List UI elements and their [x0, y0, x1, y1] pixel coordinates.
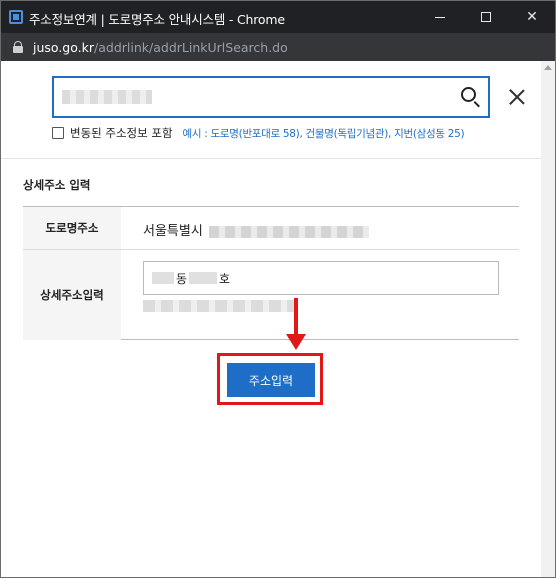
redacted-road-address — [208, 225, 369, 238]
address-bar[interactable]: juso.go.kr/addrlink/addrLinkUrlSearch.do — [1, 33, 555, 61]
redacted-unit-number — [189, 272, 218, 284]
maximize-button[interactable] — [463, 1, 509, 33]
detail-address-label: 상세주소입력 — [23, 250, 121, 340]
search-box[interactable] — [52, 76, 490, 118]
road-address-row: 도로명주소 서울특별시 — [23, 207, 519, 250]
search-input[interactable] — [60, 86, 450, 108]
redacted-detail-hint — [143, 300, 295, 312]
detail-ho-text: 호 — [219, 271, 231, 286]
app-icon — [9, 10, 23, 24]
detail-address-table: 도로명주소 서울특별시 상세주소입력 동 호 — [23, 206, 519, 340]
url-text: juso.go.kr/addrlink/addrLinkUrlSearch.do — [33, 40, 288, 55]
close-icon[interactable] — [508, 88, 526, 106]
close-window-icon: ✕ — [526, 9, 538, 25]
include-changed-label[interactable]: 변동된 주소정보 포함 — [70, 125, 173, 141]
minimize-icon — [435, 16, 445, 18]
red-arrow-annotation — [286, 298, 306, 352]
minimize-button[interactable] — [417, 1, 463, 33]
search-example: 예시 : 도로명(반포대로 58), 건물명(독립기념관), 지번(삼성동 25… — [182, 127, 465, 140]
changed-address-option: 변동된 주소정보 포함 예시 : 도로명(반포대로 58), 건물명(독립기념관… — [52, 125, 465, 141]
detail-address-input[interactable]: 동 호 — [143, 261, 499, 295]
window-title: 주소정보연계 | 도로명주소 안내시스템 - Chrome — [29, 12, 285, 27]
scrollbar[interactable] — [541, 61, 555, 577]
submit-address-button[interactable]: 주소입력 — [227, 363, 315, 397]
browser-window: 주소정보연계 | 도로명주소 안내시스템 - Chrome ✕ juso.go.… — [0, 0, 556, 578]
search-icon[interactable] — [460, 86, 482, 108]
maximize-icon — [481, 12, 491, 22]
scroll-up-icon[interactable] — [544, 65, 552, 70]
detail-dong-text: 동 — [176, 271, 188, 286]
road-address-value: 서울특별시 — [143, 220, 369, 239]
lock-icon — [13, 41, 23, 53]
section-title: 상세주소 입력 — [23, 178, 91, 192]
road-address-label: 도로명주소 — [23, 207, 121, 249]
search-area: 변동된 주소정보 포함 예시 : 도로명(반포대로 58), 건물명(독립기념관… — [1, 61, 555, 159]
title-bar: 주소정보연계 | 도로명주소 안내시스템 - Chrome ✕ — [1, 1, 555, 33]
page-content: 변동된 주소정보 포함 예시 : 도로명(반포대로 58), 건물명(독립기념관… — [1, 61, 555, 577]
detail-address-row: 상세주소입력 동 호 — [23, 250, 519, 340]
close-window-button[interactable]: ✕ — [509, 1, 555, 33]
include-changed-checkbox[interactable] — [52, 127, 64, 139]
redacted-building-number — [152, 272, 174, 284]
